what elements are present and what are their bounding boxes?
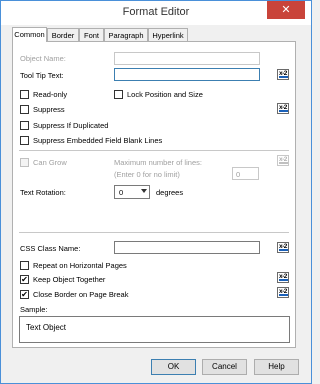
keep-together-formula-button[interactable]: x-2 — [277, 272, 289, 283]
tab-hyperlink[interactable]: Hyperlink — [148, 28, 188, 42]
read-only-label: Read-only — [33, 90, 68, 99]
suppress-duplicated-checkbox[interactable] — [20, 121, 29, 130]
tab-paragraph[interactable]: Paragraph — [104, 28, 148, 42]
tooltip-input[interactable] — [114, 68, 260, 81]
tab-border[interactable]: Border — [47, 28, 79, 42]
close-border-label: Close Border on Page Break — [33, 290, 129, 299]
css-class-input[interactable] — [114, 241, 260, 254]
keep-together-checkbox[interactable]: ✔ — [20, 275, 29, 284]
max-lines-input: 0 — [232, 167, 259, 180]
close-button[interactable]: ✕ — [267, 1, 305, 19]
text-rotation-label: Text Rotation: — [20, 188, 66, 197]
close-icon: ✕ — [281, 4, 291, 16]
can-grow-label: Can Grow — [33, 158, 67, 167]
close-border-checkbox[interactable]: ✔ — [20, 290, 29, 299]
repeat-pages-checkbox[interactable] — [20, 261, 29, 270]
read-only-checkbox[interactable] — [20, 90, 29, 99]
keep-together-label: Keep Object Together — [33, 275, 106, 284]
suppress-blank-lines-checkbox[interactable] — [20, 136, 29, 145]
can-grow-formula-button: x-2 — [277, 155, 289, 166]
degrees-label: degrees — [156, 188, 184, 197]
sample-preview: Text Object — [19, 316, 290, 343]
ok-button[interactable]: OK — [151, 359, 196, 375]
suppress-formula-button[interactable]: x-2 — [277, 103, 289, 114]
separator — [19, 150, 289, 151]
separator — [19, 232, 289, 233]
cancel-button[interactable]: Cancel — [202, 359, 247, 375]
sample-text: Text Object — [26, 323, 67, 332]
object-name-label: Object Name: — [20, 54, 66, 63]
close-border-formula-button[interactable]: x-2 — [277, 287, 289, 298]
tooltip-label: Tool Tip Text: — [20, 71, 64, 80]
suppress-label: Suppress — [33, 105, 65, 114]
tab-font[interactable]: Font — [79, 28, 104, 42]
suppress-blank-lines-label: Suppress Embedded Field Blank Lines — [33, 136, 163, 145]
suppress-checkbox[interactable] — [20, 105, 29, 114]
suppress-duplicated-label: Suppress If Duplicated — [33, 121, 109, 130]
max-lines-label: Maximum number of lines: — [114, 158, 202, 167]
common-tab-panel: Object Name: Tool Tip Text: x-2 Read-onl… — [12, 41, 296, 348]
text-rotation-select[interactable]: 0 — [114, 185, 150, 199]
can-grow-checkbox — [20, 158, 29, 167]
tooltip-formula-button[interactable]: x-2 — [277, 69, 289, 80]
sample-label: Sample: — [20, 305, 48, 314]
css-formula-button[interactable]: x-2 — [277, 242, 289, 253]
tab-common[interactable]: Common — [12, 27, 47, 42]
title-bar: Format Editor ✕ — [1, 1, 311, 25]
max-lines-hint: (Enter 0 for no limit) — [114, 170, 180, 179]
repeat-pages-label: Repeat on Horizontal Pages — [33, 261, 127, 270]
css-class-label: CSS Class Name: — [20, 244, 81, 253]
lock-position-checkbox[interactable] — [114, 90, 123, 99]
chevron-down-icon — [141, 189, 147, 193]
object-name-input — [114, 52, 260, 65]
lock-position-label: Lock Position and Size — [127, 90, 203, 99]
window-title: Format Editor — [122, 6, 190, 18]
help-button[interactable]: Help — [254, 359, 299, 375]
format-editor-window: Format Editor ✕ Common Border Font Parag… — [0, 0, 312, 384]
